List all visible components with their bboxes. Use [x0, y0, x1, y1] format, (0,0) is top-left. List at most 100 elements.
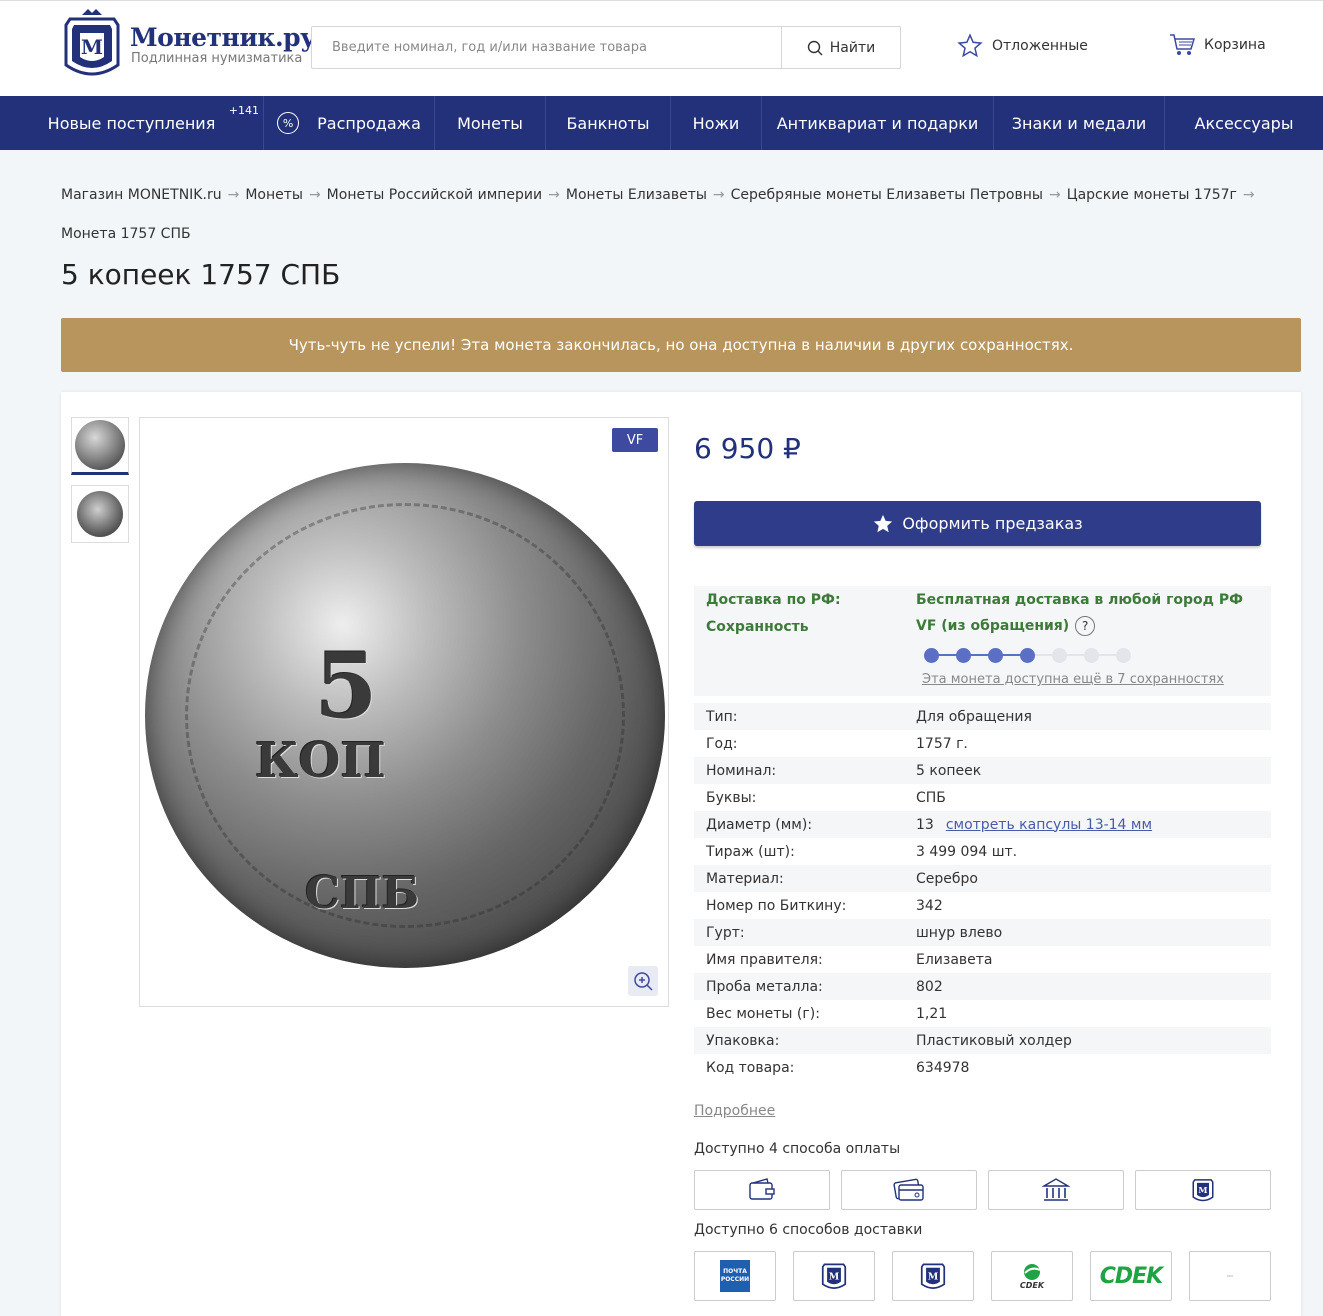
cart-link[interactable]: Корзина — [1169, 33, 1266, 57]
thumbnail-obverse[interactable] — [71, 417, 129, 475]
more-details-link[interactable]: Подробнее — [694, 1103, 775, 1119]
spec-row: Упаковка: Пластиковый холдер — [694, 1027, 1271, 1054]
coin-mint-mark: СПБ — [305, 868, 420, 919]
delivery-method-russian-post[interactable]: ПОЧТА РОССИИ — [694, 1251, 776, 1301]
logo-tagline: Подлинная нумизматика — [131, 51, 303, 66]
nav-item-label: Ножи — [692, 113, 740, 133]
new-arrivals-count-badge: +141 — [228, 104, 259, 117]
nav-item-sale[interactable]: % Распродажа — [264, 96, 435, 150]
breadcrumb-link[interactable]: Монеты Российской империи — [327, 187, 542, 203]
delivery-value: Бесплатная доставка в любой город РФ — [916, 592, 1243, 608]
breadcrumb-arrow-icon: → — [1242, 187, 1255, 203]
nav-item-label: Банкноты — [566, 113, 650, 133]
spec-row: Тираж (шт): 3 499 094 шт. — [694, 838, 1271, 865]
main-nav: Новые поступления +141 % Распродажа Моне… — [0, 96, 1323, 150]
payment-method-monetnik[interactable]: M — [1135, 1170, 1271, 1210]
other-grades-link[interactable]: Эта монета доступна ещё в 7 сохранностях — [922, 672, 1224, 687]
payment-method-bank[interactable] — [988, 1170, 1124, 1210]
nav-item-medals[interactable]: Знаки и медали — [994, 96, 1165, 150]
spec-value: 13 смотреть капсулы 13-14 мм — [916, 817, 1152, 833]
preorder-button[interactable]: Оформить предзаказ — [694, 501, 1261, 546]
spec-row: Тип: Для обращения — [694, 703, 1271, 730]
spec-value-text: 13 — [916, 816, 934, 833]
spec-row: Код товара: 634978 — [694, 1054, 1271, 1081]
breadcrumb-arrow-icon: → — [548, 187, 560, 203]
coin-thumbnail-image — [75, 420, 125, 470]
capsules-link[interactable]: смотреть капсулы 13-14 мм — [946, 817, 1152, 833]
help-icon[interactable]: ? — [1075, 616, 1096, 636]
breadcrumb-link[interactable]: Царские монеты 1757г — [1067, 187, 1237, 203]
grade-scale-dot[interactable] — [1084, 648, 1099, 663]
spec-row: Номинал: 5 копеек — [694, 757, 1271, 784]
nav-item-knives[interactable]: Ножи — [671, 96, 762, 150]
percent-icon: % — [277, 112, 300, 134]
payment-methods: M — [694, 1170, 1271, 1210]
breadcrumb-link[interactable]: Монеты Елизаветы — [566, 187, 707, 203]
spec-value-text: 1,21 — [916, 1005, 948, 1022]
thumbnail-reverse[interactable] — [71, 485, 129, 543]
spec-row: Вес монеты (г): 1,21 — [694, 1000, 1271, 1027]
grade-scale-dot[interactable] — [956, 648, 971, 663]
zoom-button[interactable] — [628, 966, 658, 996]
site-header: M Монетник.ру Подлинная нумизматика Найт… — [0, 0, 1323, 96]
spec-label: Гурт: — [706, 924, 745, 941]
payment-method-wallet[interactable] — [694, 1170, 830, 1210]
breadcrumb-link[interactable]: Серебряные монеты Елизаветы Петровны — [731, 187, 1043, 203]
spec-label: Имя правителя: — [706, 951, 823, 968]
nav-item-banknotes[interactable]: Банкноты — [546, 96, 671, 150]
payment-method-card[interactable] — [841, 1170, 977, 1210]
grade-scale-dot[interactable] — [924, 648, 939, 663]
nav-item-antiques[interactable]: Антиквариат и подарки — [762, 96, 994, 150]
breadcrumb-link[interactable]: Монеты — [245, 187, 303, 203]
spec-value-text: Для обращения — [916, 708, 1032, 725]
site-logo[interactable]: M Монетник.ру Подлинная нумизматика — [60, 9, 316, 85]
search-input[interactable] — [312, 27, 781, 68]
grade-scale-dot[interactable] — [1116, 648, 1131, 663]
spec-label: Вес монеты (г): — [706, 1005, 820, 1022]
cart-icon — [1170, 34, 1195, 55]
nav-item-coins[interactable]: Монеты — [435, 96, 546, 150]
spec-label: Буквы: — [706, 789, 757, 806]
spec-value: 342 — [916, 898, 943, 914]
breadcrumb-link[interactable]: Магазин MONETNIK.ru — [61, 187, 222, 203]
grade-scale[interactable] — [924, 648, 1131, 663]
spec-label: Год: — [706, 735, 738, 752]
nav-item-accessories[interactable]: Аксессуары — [1165, 96, 1323, 150]
delivery-condition-box: Доставка по РФ: Бесплатная доставка в лю… — [694, 586, 1271, 696]
spec-value-text: 3 499 094 шт. — [916, 843, 1018, 860]
nav-item-label: Распродажа — [317, 113, 421, 133]
spec-label: Материал: — [706, 870, 784, 887]
svg-text:M: M — [829, 1271, 840, 1282]
grade-scale-dot[interactable] — [1020, 648, 1035, 663]
nav-item-new-arrivals[interactable]: Новые поступления +141 — [0, 96, 264, 150]
cdek-small-label: CDEK — [1019, 1280, 1045, 1290]
spec-label: Код товара: — [706, 1059, 795, 1076]
favorites-link[interactable]: Отложенные — [957, 33, 1088, 59]
spec-value: Для обращения — [916, 709, 1032, 725]
delivery-method-cdek-pickup[interactable]: CDEK — [991, 1251, 1073, 1301]
breadcrumb-arrow-icon: → — [712, 187, 725, 203]
breadcrumb-arrow-icon: → — [1048, 187, 1061, 203]
condition-value: VF (из обращения) — [916, 618, 1070, 634]
product-main-image[interactable]: 5 КОП СПБ VF — [139, 417, 669, 1007]
spec-value: Елизавета — [916, 952, 993, 968]
nav-item-label: Аксессуары — [1194, 113, 1294, 133]
search-button[interactable]: Найти — [781, 27, 900, 68]
delivery-method-monetnik-pickup[interactable]: M — [892, 1251, 974, 1301]
grade-scale-dot[interactable] — [988, 648, 1003, 663]
nav-item-label: Антиквариат и подарки — [776, 113, 979, 133]
wallet-icon — [749, 1178, 775, 1200]
search-button-label: Найти — [829, 39, 876, 56]
nav-item-label: Монеты — [457, 113, 523, 133]
grade-scale-dot[interactable] — [1052, 648, 1067, 663]
spec-row: Материал: Серебро — [694, 865, 1271, 892]
delivery-method-monetnik-courier[interactable]: M — [793, 1251, 875, 1301]
spec-value: 3 499 094 шт. — [916, 844, 1017, 860]
spec-row: Номер по Биткину: 342 — [694, 892, 1271, 919]
cdek-round-logo: CDEK — [1016, 1260, 1048, 1292]
delivery-method-other[interactable] — [1189, 1251, 1271, 1301]
product-card: 5 КОП СПБ VF 6 950 ₽ Оформить предзаказ … — [61, 392, 1301, 1316]
coin-thumbnail-image — [77, 491, 123, 537]
spec-row: Проба металла: 802 — [694, 973, 1271, 1000]
delivery-method-cdek[interactable]: CDEK — [1090, 1251, 1172, 1301]
